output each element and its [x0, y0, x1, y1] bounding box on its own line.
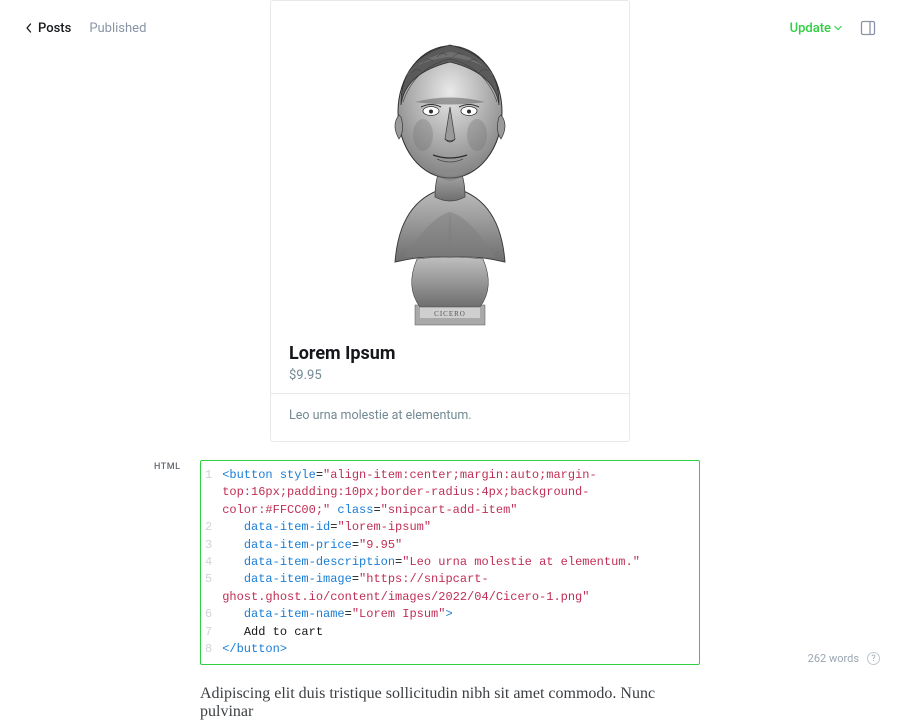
code-token: data-item-id [222, 520, 330, 534]
product-title: Lorem Ipsum [271, 333, 629, 368]
topbar-left: Posts Published [24, 21, 146, 36]
update-button-label: Update [790, 21, 831, 36]
product-image-bust-icon: CICERO [345, 7, 555, 327]
editor-footer: 262 words ? [808, 652, 880, 665]
code-token: data-item-description [222, 555, 395, 569]
code-token: = [345, 607, 352, 621]
code-token: data-item-price [222, 538, 352, 552]
html-card[interactable]: HTML 1 2 3 4 5 6 7 8 <button style="alig… [200, 460, 700, 665]
topbar-right: Update [790, 20, 876, 36]
code-gutter: 1 2 3 4 5 6 7 8 [205, 467, 222, 658]
help-icon[interactable]: ? [867, 652, 880, 665]
code-token: style [273, 468, 316, 482]
code-token: "Leo urna molestie at elementum." [402, 555, 640, 569]
product-description: Leo urna molestie at elementum. [271, 393, 629, 441]
code-token: <button [222, 468, 272, 482]
svg-text:CICERO: CICERO [434, 310, 466, 318]
post-status-label: Published [89, 21, 146, 36]
code-token: data-item-name [222, 607, 344, 621]
code-token: = [316, 468, 323, 482]
code-token: "snipcart-add-item" [381, 503, 518, 517]
chevron-left-icon [24, 23, 34, 33]
product-card[interactable]: CICERO [270, 0, 630, 442]
code-token: Add to cart [222, 625, 323, 639]
product-price: $9.95 [271, 368, 629, 393]
code-token: > [445, 607, 452, 621]
update-button[interactable]: Update [790, 21, 842, 36]
back-to-posts-link[interactable]: Posts [24, 21, 71, 36]
code-token: = [352, 538, 359, 552]
html-code-editor[interactable]: 1 2 3 4 5 6 7 8 <button style="align-ite… [200, 460, 700, 665]
settings-panel-toggle-icon[interactable] [860, 20, 876, 36]
back-link-label: Posts [38, 21, 71, 36]
product-image-wrap: CICERO [271, 1, 629, 333]
code-token: "lorem-ipsum" [337, 520, 431, 534]
post-body-paragraph[interactable]: Adipiscing elit duis tristique sollicitu… [200, 685, 700, 721]
code-token: = [352, 572, 359, 586]
code-token: "9.95" [359, 538, 402, 552]
code-token: </button> [222, 642, 287, 656]
html-card-label: HTML [154, 462, 180, 472]
editor-content: CICERO [200, 0, 700, 721]
code-token: = [373, 503, 380, 517]
word-count: 262 words [808, 652, 859, 665]
code-token: class [330, 503, 373, 517]
code-content[interactable]: <button style="align-item:center;margin:… [222, 467, 691, 658]
code-token: "Lorem Ipsum" [352, 607, 446, 621]
code-token: data-item-image [222, 572, 352, 586]
chevron-down-icon [834, 24, 842, 32]
